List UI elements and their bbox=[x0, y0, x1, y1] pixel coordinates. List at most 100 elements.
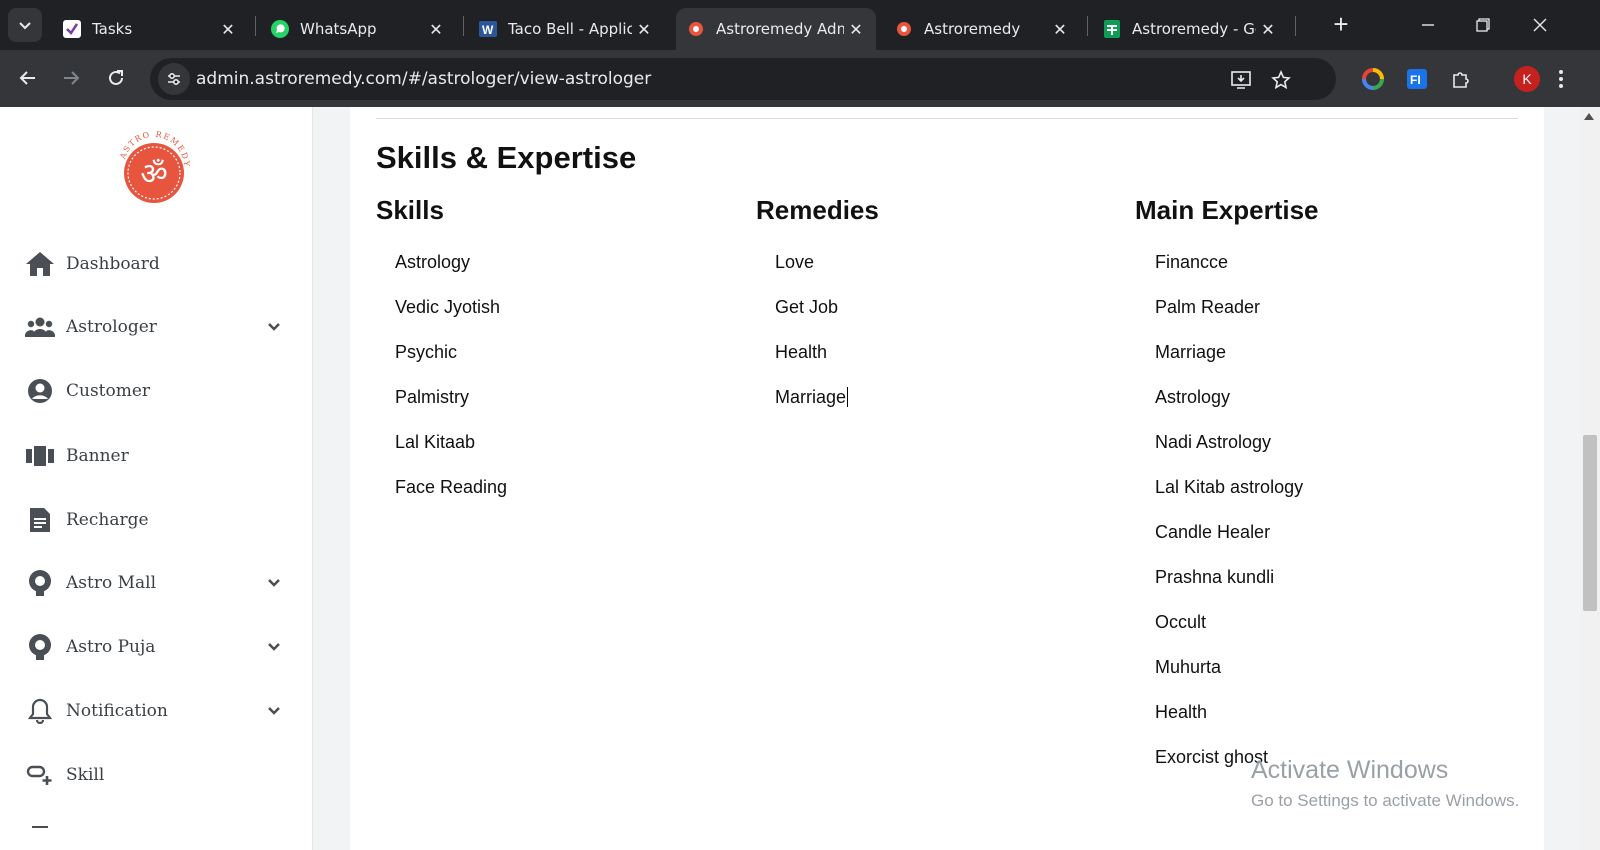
sidebar-item-astrologer[interactable]: Astrologer bbox=[24, 307, 284, 347]
extension-color-picker[interactable] bbox=[1358, 64, 1388, 94]
tab-astroremedy[interactable]: Astroremedy ✕ bbox=[884, 8, 1080, 50]
sidebar-item-label: Recharge bbox=[66, 510, 149, 530]
sidebar-item-recharge[interactable]: Recharge bbox=[24, 500, 284, 540]
restore-button[interactable] bbox=[1463, 8, 1503, 42]
arrow-left-icon bbox=[19, 71, 35, 85]
list-item: Astrology bbox=[395, 252, 471, 272]
extension-fi[interactable]: FI bbox=[1402, 64, 1432, 94]
close-icon[interactable]: ✕ bbox=[1048, 20, 1072, 39]
back-button[interactable] bbox=[12, 62, 44, 94]
tab-astroremedy-sheets[interactable]: Astroremedy - Goo ✕ bbox=[1092, 8, 1288, 50]
close-icon[interactable]: ✕ bbox=[424, 20, 448, 39]
chevron-down-icon bbox=[19, 22, 31, 30]
chevron-down-icon[interactable] bbox=[264, 637, 284, 657]
window-close-button[interactable] bbox=[1520, 8, 1560, 42]
browser-toolbar: admin.astroremedy.com/#/astrologer/view-… bbox=[0, 50, 1600, 107]
extensions-button[interactable] bbox=[1446, 64, 1476, 94]
chevron-down-icon[interactable] bbox=[264, 317, 284, 337]
svg-text:W: W bbox=[482, 23, 494, 37]
tab-taco-bell[interactable]: W Taco Bell - Applicat ✕ bbox=[468, 8, 664, 50]
forward-button[interactable] bbox=[55, 62, 87, 94]
bookmark-button[interactable] bbox=[1268, 67, 1294, 93]
list-item: Vedic Jyotish bbox=[395, 297, 501, 317]
chevron-down-icon[interactable] bbox=[264, 701, 284, 721]
chevron-down-icon[interactable] bbox=[264, 573, 284, 593]
list-item: Nadi Astrology bbox=[1155, 432, 1272, 452]
site-info-button[interactable] bbox=[158, 63, 190, 95]
tab-search-button[interactable] bbox=[8, 8, 42, 42]
content-card bbox=[350, 107, 1544, 850]
sidebar-item-astro-puja[interactable]: Astro Puja bbox=[24, 627, 284, 667]
sidebar-item-label: Customer bbox=[66, 381, 151, 401]
tab-title: Astroremedy bbox=[924, 20, 1021, 38]
sidebar-item-label: Astro Puja bbox=[66, 637, 156, 657]
document-icon bbox=[24, 504, 56, 536]
sidebar-item-notification[interactable]: Notification bbox=[24, 691, 284, 731]
remedies-heading: Remedies bbox=[756, 195, 879, 225]
minimize-button[interactable] bbox=[1408, 8, 1448, 42]
star-icon bbox=[1271, 70, 1291, 90]
tune-icon bbox=[168, 72, 180, 86]
tab-tasks[interactable]: Tasks ✕ bbox=[52, 8, 248, 50]
tab-title: Taco Bell - Applicat bbox=[508, 20, 632, 38]
reload-button[interactable] bbox=[100, 62, 132, 94]
install-app-button[interactable] bbox=[1228, 67, 1254, 93]
sidebar-item-dashboard[interactable]: Dashboard bbox=[24, 244, 284, 284]
sidebar-item-label: Skill bbox=[66, 765, 105, 785]
list-item: Psychic bbox=[395, 342, 458, 362]
list-item: Astrology bbox=[1155, 387, 1231, 407]
text-caret bbox=[847, 387, 849, 407]
list-item: Marriage bbox=[1155, 342, 1227, 362]
sidebar-item-banner[interactable]: Banner bbox=[24, 436, 284, 476]
scroll-up-arrow-icon[interactable] bbox=[1584, 113, 1594, 120]
watermark-subtitle: Go to Settings to activate Windows. bbox=[1251, 791, 1520, 810]
section-title: Skills & Expertise bbox=[376, 140, 637, 175]
remedies-list: Love Get Job Health Marriage bbox=[775, 250, 849, 430]
profile-avatar[interactable]: K bbox=[1514, 66, 1540, 92]
main-expertise-heading: Main Expertise bbox=[1135, 195, 1319, 225]
browser-tab-bar: Tasks ✕ WhatsApp ✕ W Taco Bell - Applica… bbox=[0, 0, 1600, 50]
list-item: Prashna kundli bbox=[1155, 567, 1275, 587]
list-item: Palm Reader bbox=[1155, 297, 1261, 317]
minimize-icon bbox=[1422, 24, 1434, 26]
windows-activation-watermark: Activate Windows Go to Settings to activ… bbox=[1251, 756, 1519, 811]
sidebar-item-label: Dashboard bbox=[66, 254, 160, 274]
close-icon bbox=[1533, 18, 1547, 32]
tab-separator bbox=[255, 16, 256, 36]
sidebar-item-label: Astrologer bbox=[66, 317, 157, 337]
tab-astroremedy-admin[interactable]: Astroremedy Admi ✕ bbox=[676, 8, 876, 50]
chrome-menu-button[interactable] bbox=[1546, 64, 1576, 94]
tab-title: Astroremedy Admi bbox=[716, 20, 844, 38]
banner-icon bbox=[24, 440, 56, 472]
list-item: Love bbox=[775, 252, 815, 272]
tab-title: Tasks bbox=[92, 20, 133, 38]
watermark-title: Activate Windows bbox=[1251, 756, 1449, 784]
fi-extension-icon: FI bbox=[1407, 69, 1427, 89]
close-icon[interactable]: ✕ bbox=[844, 20, 868, 39]
new-tab-button[interactable]: + bbox=[1326, 10, 1356, 40]
page-scrollbar[interactable] bbox=[1580, 107, 1600, 850]
tab-title: WhatsApp bbox=[300, 20, 377, 38]
section-divider bbox=[376, 118, 1518, 119]
skills-heading: Skills bbox=[376, 195, 444, 225]
skills-list: Astrology Vedic Jyotish Psychic Palmistr… bbox=[395, 250, 507, 520]
list-item: Lal Kitaab bbox=[395, 432, 476, 452]
tab-whatsapp[interactable]: WhatsApp ✕ bbox=[260, 8, 456, 50]
url-text[interactable]: admin.astroremedy.com/#/astrologer/view-… bbox=[196, 69, 651, 89]
close-icon[interactable]: ✕ bbox=[216, 20, 240, 39]
list-item: Face Reading bbox=[395, 477, 508, 497]
sheets-icon bbox=[1102, 19, 1122, 39]
sidebar-item-label: Notification bbox=[66, 701, 168, 721]
svg-text:FI: FI bbox=[1410, 73, 1421, 87]
close-icon[interactable]: ✕ bbox=[632, 20, 656, 39]
sidebar-item-skill[interactable]: Skill bbox=[24, 755, 284, 795]
sidebar-item-customer[interactable]: Customer bbox=[24, 371, 284, 411]
close-icon[interactable]: ✕ bbox=[1256, 20, 1280, 39]
scrollbar-thumb[interactable] bbox=[1583, 435, 1597, 611]
address-bar[interactable]: admin.astroremedy.com/#/astrologer/view-… bbox=[150, 58, 1336, 100]
list-item: Occult bbox=[1155, 612, 1207, 632]
tab-separator bbox=[463, 16, 464, 36]
astroremedy-icon bbox=[686, 19, 706, 39]
arrow-right-icon bbox=[64, 71, 80, 85]
sidebar-item-astro-mall[interactable]: Astro Mall bbox=[24, 563, 284, 603]
